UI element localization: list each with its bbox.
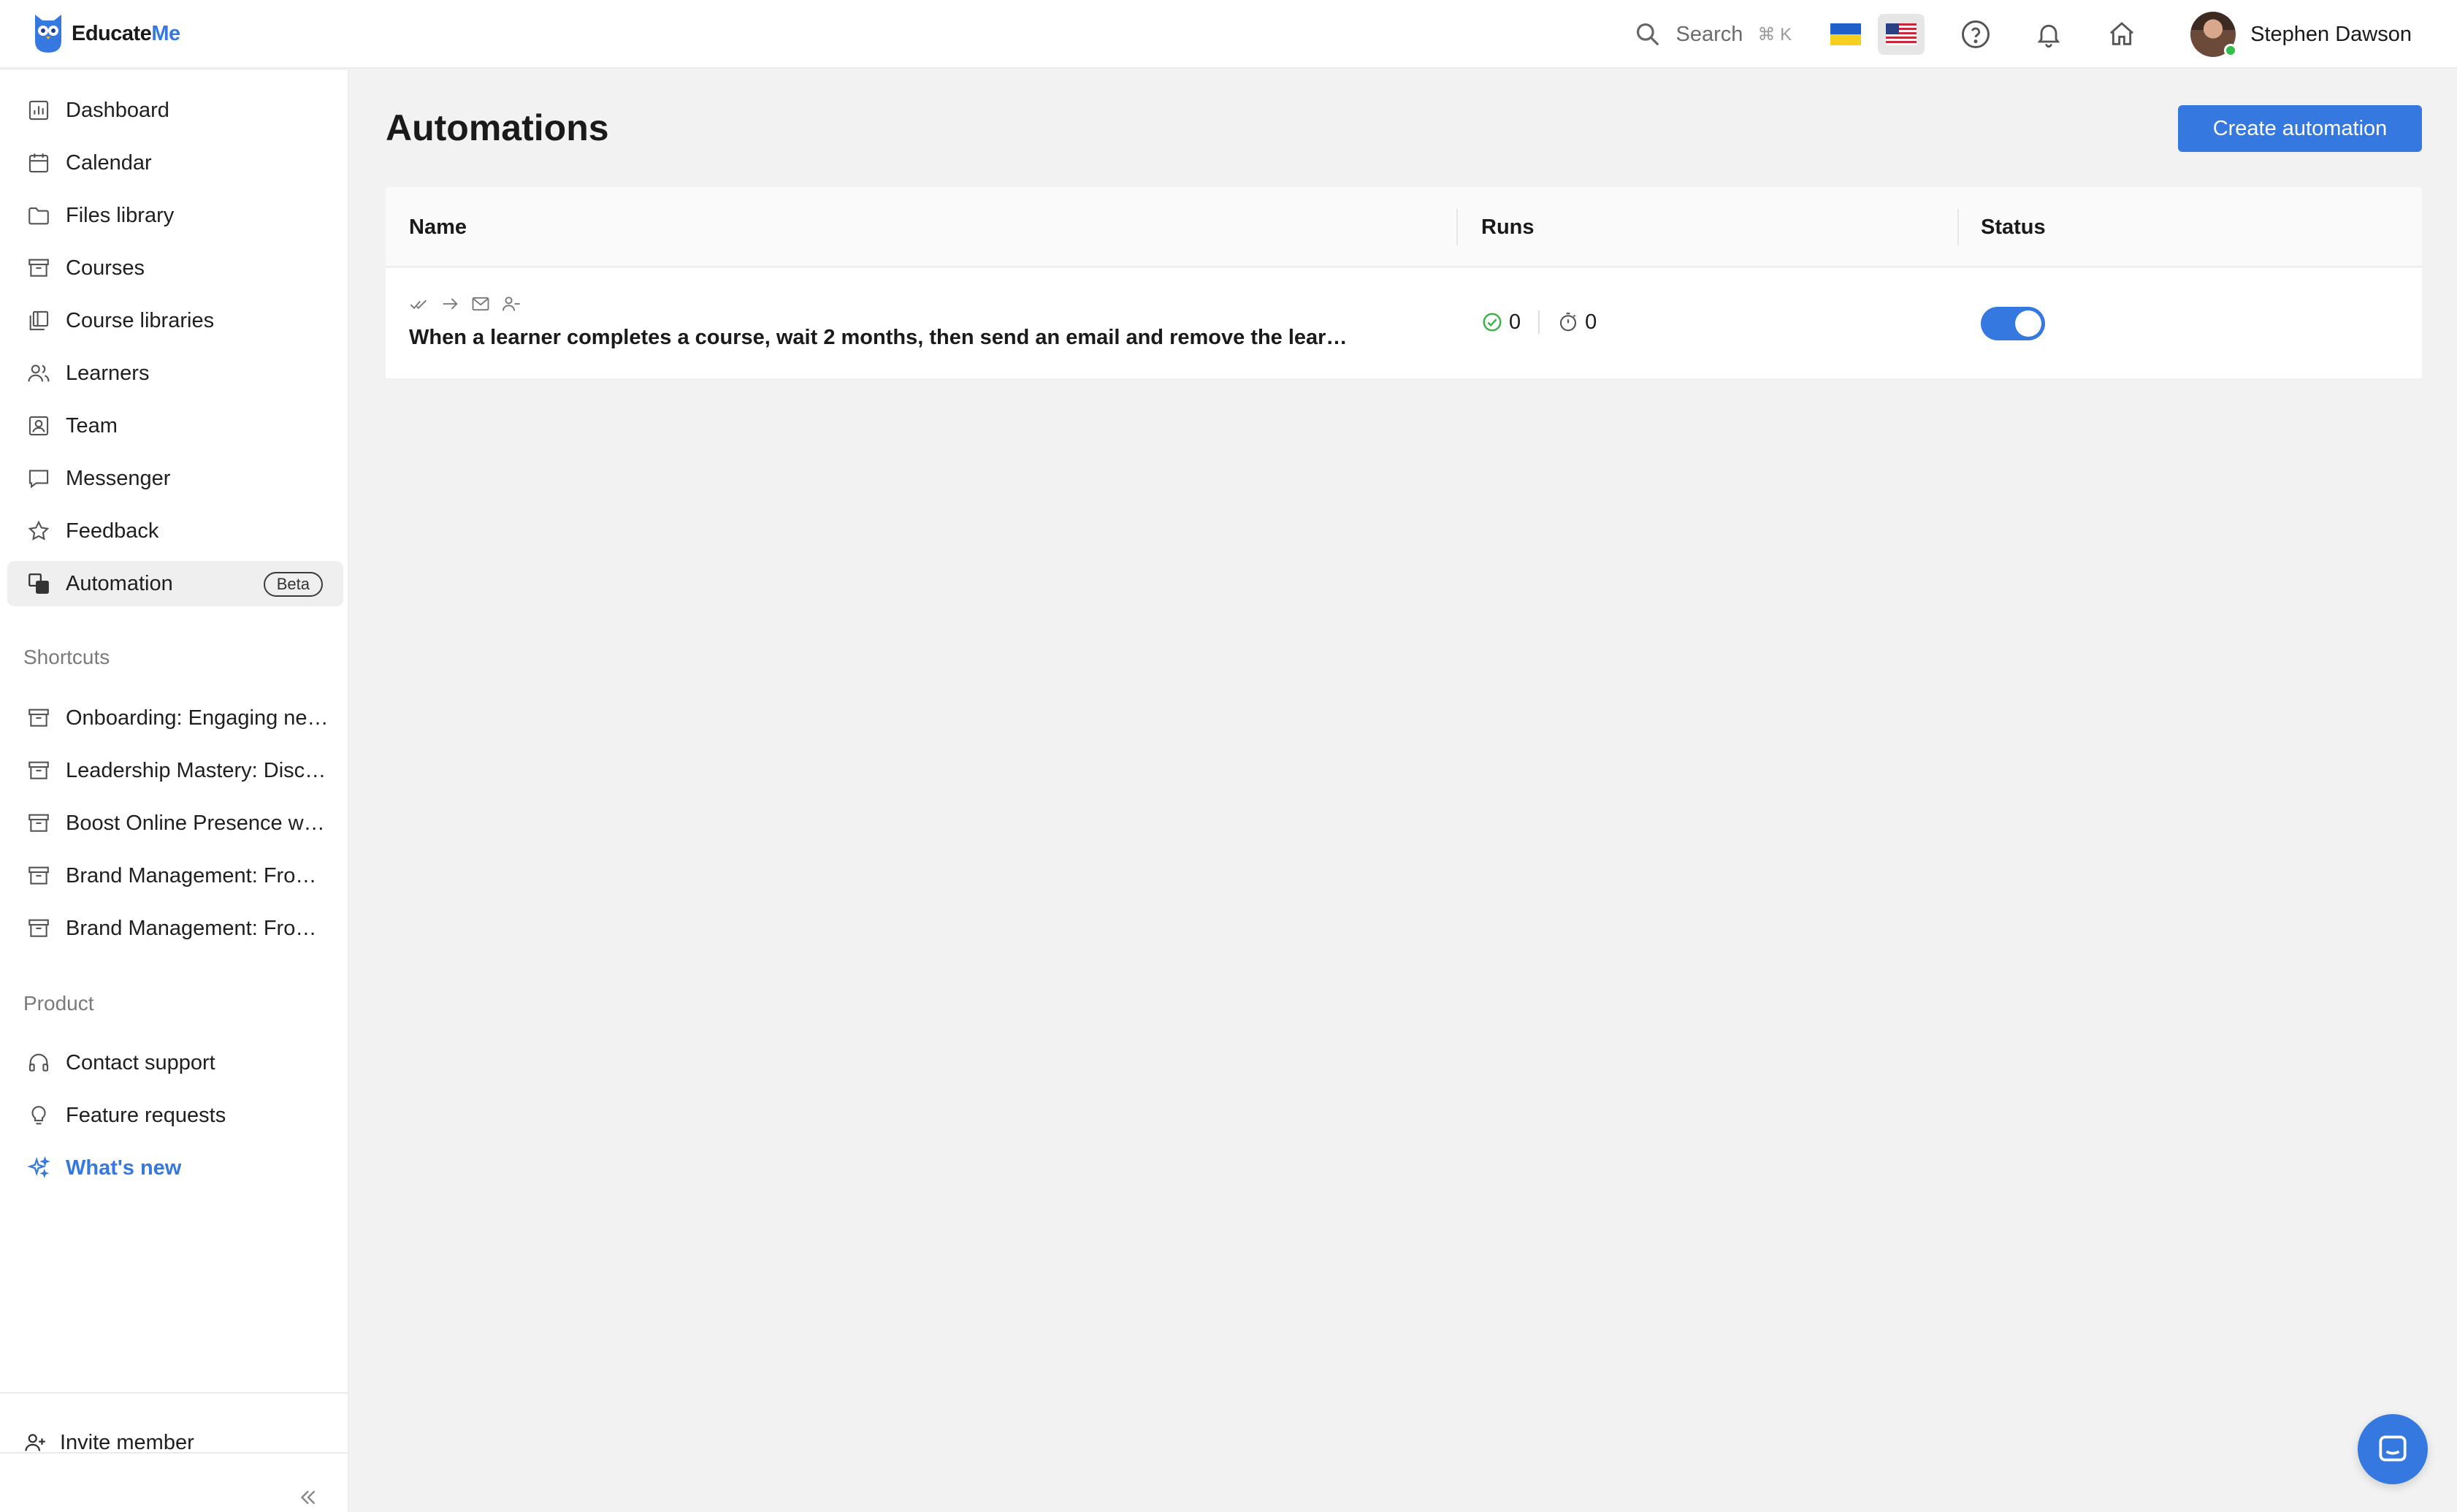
product-section-title: Product (23, 992, 94, 1015)
logo-text: EducateMe (72, 21, 180, 45)
shortcut-item[interactable]: Leadership Mastery: Discover your potent… (7, 748, 343, 793)
lightbulb-icon (31, 1106, 46, 1125)
online-status-dot (2224, 44, 2238, 57)
sidebar-item-calendar[interactable]: Calendar (7, 140, 343, 186)
archive-icon (28, 709, 49, 727)
archive-icon (28, 259, 49, 277)
shortcuts-section-title: Shortcuts (23, 646, 110, 668)
double-check-icon (410, 299, 427, 310)
shortcut-item[interactable]: Brand Management: From strategy to execu… (7, 906, 343, 951)
user-name: Stephen Dawson (2250, 22, 2412, 46)
sidebar-item-courses[interactable]: Courses (7, 245, 343, 291)
app-logo[interactable]: EducateMe (32, 12, 180, 56)
sidebar-item-files-library[interactable]: Files library (7, 193, 343, 238)
search-label: Search (1675, 22, 1743, 46)
ukrainian-flag-icon (1830, 23, 1862, 45)
column-separator (1957, 209, 1959, 245)
dashboard-icon (28, 100, 49, 121)
automations-table: Name Runs Status When a learner complete… (386, 187, 2422, 378)
sidebar-item-feedback[interactable]: Feedback (7, 508, 343, 554)
sidebar-item-team[interactable]: Team (7, 403, 343, 448)
language-english[interactable] (1878, 14, 1925, 55)
help-button[interactable] (1954, 12, 1998, 56)
archive-icon (28, 866, 49, 885)
archive-icon (28, 814, 49, 832)
chevrons-left-icon (300, 1490, 316, 1505)
sidebar-item-course-libraries[interactable]: Course libraries (7, 298, 343, 343)
bell-icon (2037, 24, 2060, 47)
user-menu[interactable]: Stephen Dawson (2190, 12, 2412, 57)
sidebar-divider (0, 1452, 348, 1454)
search-icon (1636, 23, 1659, 46)
sidebar-item-feature-requests[interactable]: Feature requests (7, 1093, 343, 1138)
headset-icon (28, 1053, 49, 1072)
runs-cell: 0 0 (1481, 307, 1597, 337)
sidebar-item-messenger[interactable]: Messenger (7, 456, 343, 501)
team-icon (28, 416, 49, 436)
sidebar: Dashboard Calendar Files library Courses… (0, 70, 349, 1512)
page-title: Automations (386, 107, 609, 148)
sidebar-item-whats-new[interactable]: What's new (7, 1145, 343, 1191)
user-remove-icon (502, 297, 520, 311)
star-icon (28, 520, 50, 541)
beta-badge: Beta (263, 572, 323, 597)
calendar-icon (28, 153, 49, 173)
sidebar-divider (0, 1392, 348, 1394)
archive-icon (28, 919, 49, 937)
column-header-runs[interactable]: Runs (1481, 187, 1535, 267)
runs-separator (1538, 310, 1540, 334)
create-automation-button[interactable]: Create automation (2178, 105, 2422, 152)
folder-icon (28, 207, 49, 225)
sidebar-item-contact-support[interactable]: Contact support (7, 1040, 343, 1085)
arrow-right-icon (443, 298, 458, 310)
sidebar-item-automation[interactable]: Automation Beta (7, 561, 343, 606)
shortcut-item[interactable]: Boost Online Presence with social media (7, 801, 343, 846)
sidebar-item-learners[interactable]: Learners (7, 351, 343, 396)
us-flag-icon (1886, 23, 1917, 45)
mail-icon (472, 297, 489, 311)
global-search[interactable]: Search ⌘ K (1624, 12, 1803, 56)
help-circle-icon (1962, 20, 1990, 48)
sidebar-item-dashboard[interactable]: Dashboard (7, 88, 343, 133)
sparkles-icon (27, 1156, 50, 1178)
user-plus-icon (25, 1434, 45, 1451)
automation-steps (409, 294, 521, 314)
column-header-name[interactable]: Name (409, 187, 467, 267)
chat-bubble-icon (2379, 1435, 2407, 1462)
invite-member-button[interactable]: Invite member (7, 1420, 194, 1465)
users-icon (28, 364, 50, 382)
pending-runs: 0 (1557, 310, 1597, 335)
home-button[interactable] (2100, 12, 2144, 56)
automation-name[interactable]: When a learner completes a course, wait … (409, 326, 1359, 350)
archive-icon (28, 761, 49, 779)
column-separator (1456, 209, 1458, 245)
owl-logo-icon (35, 15, 61, 53)
library-icon (29, 310, 49, 331)
timer-icon (1560, 313, 1577, 332)
shortcut-item[interactable]: Onboarding: Engaging new employees (7, 695, 343, 741)
automation-icon (28, 573, 49, 594)
support-chat-button[interactable] (2358, 1414, 2428, 1484)
check-circle-icon (1483, 313, 1502, 332)
table-row[interactable]: When a learner completes a course, wait … (386, 269, 2422, 378)
collapse-sidebar-button[interactable] (291, 1480, 326, 1512)
search-shortcut: ⌘ K (1757, 24, 1792, 45)
language-ukrainian[interactable] (1822, 14, 1869, 55)
status-toggle[interactable] (1981, 307, 2045, 340)
shortcut-item[interactable]: Brand Management: From strategy to execu… (7, 853, 343, 898)
notifications-button[interactable] (2027, 12, 2071, 56)
home-icon (2110, 22, 2134, 45)
toggle-knob (2015, 310, 2041, 337)
top-header: EducateMe Search ⌘ K Stephen Dawson (0, 0, 2457, 69)
successful-runs: 0 (1481, 310, 1521, 335)
chat-icon (28, 470, 49, 489)
avatar (2190, 12, 2238, 57)
column-header-status[interactable]: Status (1981, 187, 2046, 267)
table-header: Name Runs Status (386, 187, 2422, 267)
